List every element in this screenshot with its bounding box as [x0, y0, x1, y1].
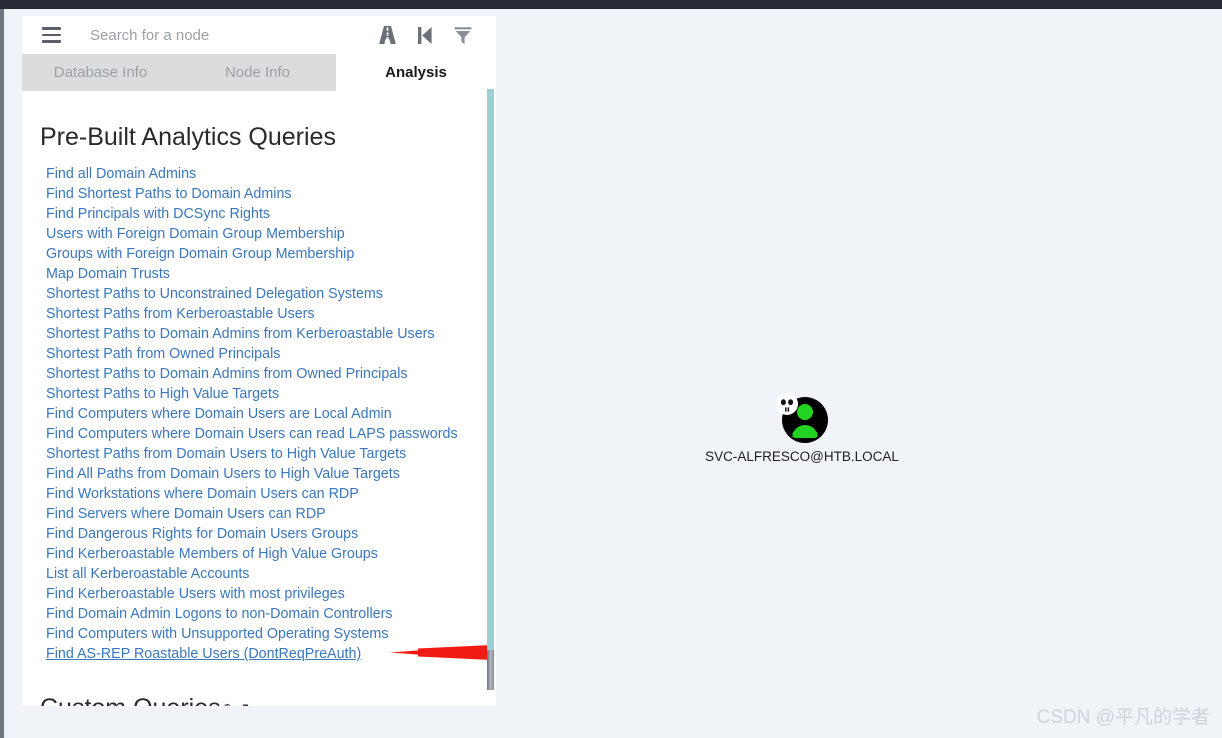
prebuilt-query-item[interactable]: Find Kerberoastable Users with most priv… [46, 584, 488, 604]
filter-icon[interactable] [444, 16, 482, 54]
prebuilt-query-item[interactable]: Groups with Foreign Domain Group Members… [46, 244, 488, 264]
prebuilt-query-item[interactable]: Shortest Path from Owned Principals [46, 344, 488, 364]
tab-analysis[interactable]: Analysis [336, 54, 496, 91]
prebuilt-query-item[interactable]: Find Computers with Unsupported Operatin… [46, 624, 488, 644]
prebuilt-query-item[interactable]: Shortest Paths to High Value Targets [46, 384, 488, 404]
graph-node-label: SVC-ALFRESCO@HTB.LOCAL [705, 449, 899, 464]
tab-label: Analysis [385, 64, 447, 81]
window-left-edge [0, 9, 4, 738]
tab-node-info[interactable]: Node Info [179, 54, 336, 91]
prebuilt-query-item[interactable]: Shortest Paths to Unconstrained Delegati… [46, 284, 488, 304]
query-pane-scrollbar-thumb[interactable] [487, 650, 494, 690]
prebuilt-query-item[interactable]: Users with Foreign Domain Group Membersh… [46, 224, 488, 244]
analysis-query-pane: Pre-Built Analytics Queries Find all Dom… [22, 91, 496, 706]
prebuilt-query-item[interactable]: Map Domain Trusts [46, 264, 488, 284]
prebuilt-query-item[interactable]: Find Domain Admin Logons to non-Domain C… [46, 604, 488, 624]
hamburger-line [42, 40, 61, 43]
prebuilt-queries-heading: Pre-Built Analytics Queries [40, 123, 336, 151]
custom-queries-heading: Custom Queries✎ ↻ [22, 664, 488, 706]
search-input[interactable] [80, 25, 368, 45]
prebuilt-query-item[interactable]: Find Workstations where Domain Users can… [46, 484, 488, 504]
pathfinding-road-icon[interactable] [368, 16, 406, 54]
prebuilt-query-item[interactable]: Shortest Paths to Domain Admins from Own… [46, 364, 488, 384]
tab-label: Database Info [53, 64, 148, 81]
custom-queries-label: Custom Queries [40, 694, 221, 706]
tab-label: Node Info [224, 64, 291, 81]
prebuilt-query-item[interactable]: Shortest Paths to Domain Admins from Ker… [46, 324, 488, 344]
prebuilt-query-item[interactable]: Find Computers where Domain Users are Lo… [46, 404, 488, 424]
prebuilt-query-list: Find all Domain Admins Find Shortest Path… [22, 164, 488, 664]
prebuilt-query-item[interactable]: Find All Paths from Domain Users to High… [46, 464, 488, 484]
hamburger-line [42, 33, 61, 37]
prebuilt-query-item[interactable]: Find Shortest Paths to Domain Admins [46, 184, 488, 204]
custom-queries-action-icons[interactable]: ✎ ↻ [223, 701, 256, 706]
graph-node-svc-alfresco[interactable]: SVC-ALFRESCO@HTB.LOCAL [697, 391, 907, 464]
prebuilt-query-item[interactable]: Find Servers where Domain Users can RDP [46, 504, 488, 524]
application-root: SVC-ALFRESCO@HTB.LOCAL Search for a node… [0, 0, 1222, 738]
skull-icon [776, 393, 798, 415]
tab-database-info[interactable]: Database Info [22, 54, 179, 91]
search-bar [22, 16, 496, 54]
owned-user-node-glyph [776, 393, 828, 443]
step-backward-icon[interactable] [406, 16, 444, 54]
graph-canvas[interactable]: SVC-ALFRESCO@HTB.LOCAL [496, 9, 1222, 738]
watermark-text: CSDN @平凡的学者 [1036, 707, 1210, 728]
analysis-query-pane-content: Pre-Built Analytics Queries Find all Dom… [22, 91, 488, 706]
query-pane-scrollbar-track[interactable] [487, 89, 494, 690]
user-node-icon[interactable] [697, 391, 907, 445]
prebuilt-query-item[interactable]: Shortest Paths from Domain Users to High… [46, 444, 488, 464]
prebuilt-query-item[interactable]: Find Dangerous Rights for Domain Users G… [46, 524, 488, 544]
prebuilt-query-item[interactable]: Find all Domain Admins [46, 164, 488, 184]
window-chrome-bar [0, 0, 1222, 9]
prebuilt-query-item[interactable]: List all Kerberoastable Accounts [46, 564, 488, 584]
hamburger-line [42, 27, 61, 30]
bloodhound-sidebar: Database Info Node Info Analysis Pre-Bui… [22, 16, 496, 706]
prebuilt-query-item[interactable]: Shortest Paths from Kerberoastable Users [46, 304, 488, 324]
tab-strip: Database Info Node Info Analysis [22, 54, 496, 91]
prebuilt-query-item[interactable]: Find Principals with DCSync Rights [46, 204, 488, 224]
prebuilt-query-item[interactable]: Find Kerberoastable Members of High Valu… [46, 544, 488, 564]
prebuilt-query-item[interactable]: Find Computers where Domain Users can re… [46, 424, 488, 444]
prebuilt-query-item[interactable]: Find AS-REP Roastable Users (DontReqPreA… [46, 644, 488, 664]
hamburger-menu-icon[interactable] [42, 27, 80, 43]
